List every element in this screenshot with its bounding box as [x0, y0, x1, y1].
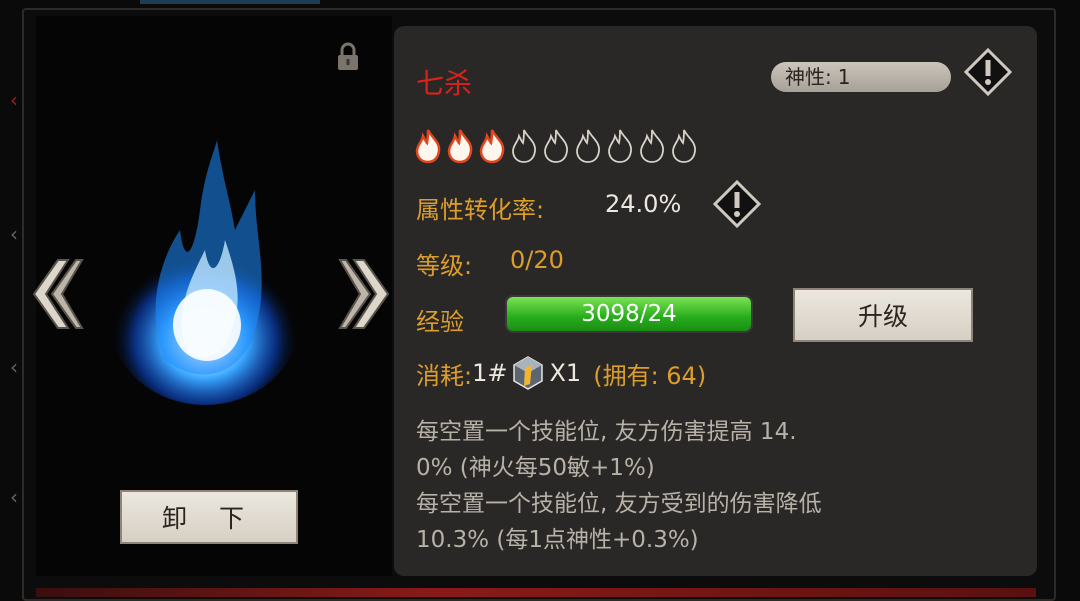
flame-filled-icon — [447, 129, 473, 164]
star-level-row — [414, 128, 698, 164]
conversion-rate-value: 24.0% — [605, 190, 682, 218]
side-chevron-icon: ‹ — [10, 222, 18, 246]
exp-progress-text: 3098/24 — [581, 301, 677, 327]
divinity-value: 1 — [837, 65, 851, 89]
flame-empty-icon — [544, 129, 568, 163]
flame-empty-icon — [512, 129, 536, 163]
conversion-rate-label: 属性转化率: — [416, 196, 545, 224]
flame-empty-icon — [608, 129, 632, 163]
owned-count: (拥有: 64) — [593, 361, 707, 390]
flame-empty-icon — [640, 129, 664, 163]
side-chevron-icon: ‹ — [10, 355, 18, 379]
top-tab-strip — [140, 0, 320, 4]
side-chevron-icon: ‹ — [10, 485, 18, 509]
conversion-info-icon[interactable] — [713, 180, 761, 228]
crystal-icon[interactable] — [511, 356, 545, 390]
flame-empty-icon — [672, 129, 696, 163]
blue-flame-icon — [110, 140, 300, 405]
upgrade-button[interactable]: 升级 — [793, 288, 973, 342]
divinity-badge: 神性: 1 — [771, 62, 951, 92]
flame-filled-icon — [479, 129, 505, 164]
side-chevron-icon: ‹ — [10, 88, 18, 112]
previous-arrow-icon[interactable] — [28, 258, 84, 330]
divinity-label: 神性: — [785, 65, 832, 89]
cost-label: 消耗: — [416, 361, 473, 390]
skill-name: 七杀 — [416, 67, 473, 100]
flame-filled-icon — [415, 129, 441, 164]
lock-icon — [338, 42, 358, 70]
cost-item-index: 1# — [472, 359, 508, 387]
unequip-button[interactable]: 卸 下 — [120, 490, 298, 544]
exp-progress-bar: 3098/24 — [505, 295, 753, 333]
next-arrow-icon[interactable] — [338, 258, 394, 330]
level-label: 等级: — [416, 252, 473, 280]
bottom-border-glow — [36, 588, 1036, 597]
info-warning-icon[interactable] — [964, 48, 1012, 96]
cost-row: 消耗: 1# X1 (拥有: 64) — [416, 356, 706, 390]
flame-empty-icon — [576, 129, 600, 163]
skill-description: 每空置一个技能位, 友方伤害提高 14. 0% (神火每50敏+1%) 每空置一… — [416, 419, 822, 553]
exp-label: 经验 — [416, 308, 464, 336]
cost-quantity: X1 — [549, 359, 582, 387]
level-value: 0/20 — [510, 246, 564, 274]
